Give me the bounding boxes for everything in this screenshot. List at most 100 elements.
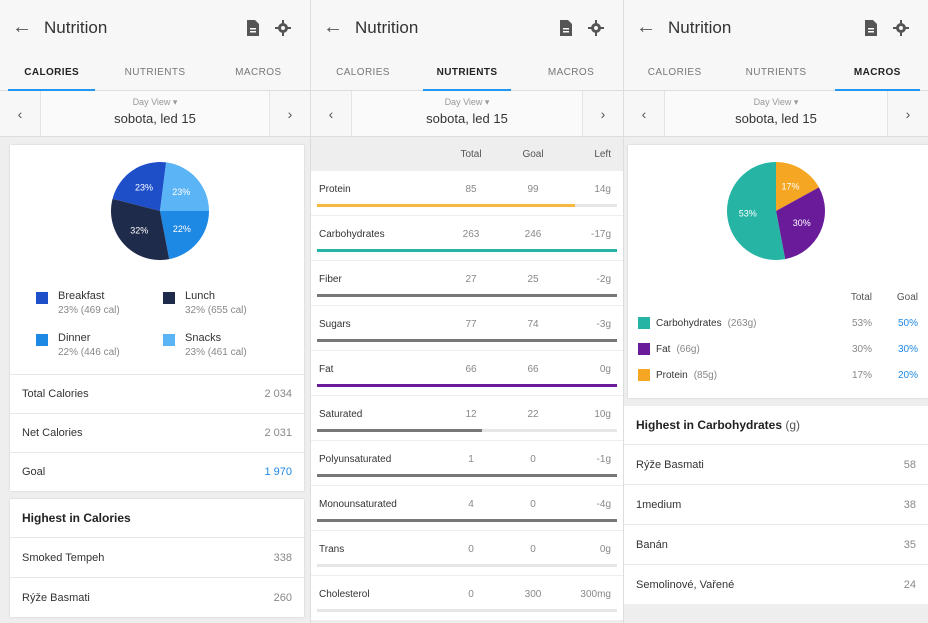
day-view-selector[interactable]: Day View ▾ sobota, led 15 [664,91,888,136]
nutrient-left: 10g [594,408,611,420]
nutrients-table: Protein 85 99 14g Carbohydrates 263 246 -17g Fib… [311,171,623,620]
nutrient-goal: 300 [524,588,542,600]
next-day-button[interactable]: › [583,91,623,136]
gear-icon[interactable] [886,19,916,36]
back-arrow-icon[interactable]: ← [323,16,355,39]
goal-row[interactable]: Goal 1 970 [10,452,304,491]
macros-panel: ← Nutrition CALORIES NUTRIENTS MACROS ‹ … [623,0,928,623]
carbs-swatch [638,317,650,329]
list-item[interactable]: 1medium 38 [624,484,928,524]
day-view-selector[interactable]: Day View ▾ sobota, led 15 [351,91,583,136]
nutrient-row[interactable]: Protein 85 99 14g [311,171,623,215]
previous-day-button[interactable]: ‹ [0,91,40,136]
calories-card: 23% 23% 22% 32% Breakfast 23% (469 cal) Lunc… [10,145,304,491]
nutrient-left: -3g [596,318,611,330]
nutrient-row[interactable]: Monounsaturated 4 0 -4g [311,486,623,530]
goal-value[interactable]: 1 970 [264,466,292,478]
breakfast-swatch [36,292,48,304]
macro-goal[interactable]: 50% [872,318,918,329]
document-icon[interactable] [238,19,268,36]
day-view-label: Day View ▾ [753,97,799,107]
nutrient-row[interactable]: Sugars 77 74 -3g [311,306,623,350]
net-calories-row: Net Calories 2 031 [10,413,304,452]
nutrient-total: 77 [465,318,477,330]
nutrient-name: Fat [319,363,334,375]
nutrient-row[interactable]: Polyunsaturated 1 0 -1g [311,441,623,485]
nutrient-row[interactable]: Cholesterol 0 300 300mg [311,576,623,620]
tab-macros[interactable]: MACROS [207,55,310,90]
progress-fill [317,384,617,387]
food-value: 58 [903,458,916,471]
gear-icon[interactable] [581,19,611,36]
macro-row-protein: Protein (85g) 17% 20% [638,362,918,388]
nutrient-left: 0g [599,363,611,375]
day-view-selector[interactable]: Day View ▾ sobota, led 15 [40,91,270,136]
tab-bar: CALORIES NUTRIENTS MACROS [311,55,623,91]
back-arrow-icon[interactable]: ← [636,16,668,39]
tab-macros[interactable]: MACROS [827,55,928,91]
macros-legend: Total Goal Carbohydrates (263g) 53% 50% F… [628,290,928,398]
gear-icon[interactable] [268,19,298,36]
food-name: Smoked Tempeh [22,551,105,564]
row-label: Goal [22,466,46,478]
snacks-swatch [163,334,175,346]
page-title: Nutrition [355,17,419,37]
tab-calories[interactable]: CALORIES [311,55,415,90]
calories-panel: ← Nutrition CALORIES NUTRIENTS MACROS ‹ … [0,0,310,623]
nutrient-goal: 66 [527,363,539,375]
nutrient-row[interactable]: Fat 66 66 0g [311,351,623,395]
macro-goal[interactable]: 20% [872,370,918,381]
food-value: 338 [273,551,292,564]
nutrient-name: Sugars [319,318,351,330]
tab-macros[interactable]: MACROS [519,55,623,90]
tab-calories[interactable]: CALORIES [624,55,725,90]
nutrient-total: 1 [468,453,474,465]
tab-nutrients[interactable]: NUTRIENTS [725,55,826,90]
day-navigator: ‹ Day View ▾ sobota, led 15 › [0,91,310,137]
nutrient-row[interactable]: Trans 0 0 0g [311,531,623,575]
dinner-swatch [36,334,48,346]
nutrient-row[interactable]: Fiber 27 25 -2g [311,261,623,305]
nutrient-left: -1g [596,453,611,465]
macro-name: Fat [656,343,671,355]
macro-goal[interactable]: 30% [872,344,918,355]
protein-swatch [638,369,650,381]
progress-fill [317,204,575,207]
nutrient-name: Fiber [319,273,342,285]
list-item[interactable]: Banán 35 [624,524,928,564]
list-item[interactable]: Smoked Tempeh 338 [10,537,304,577]
nutrients-table-header: Total Goal Left [311,137,623,171]
day-navigator: ‹ Day View ▾ sobota, led 15 › [311,91,623,137]
nutrient-row[interactable]: Saturated 12 22 10g [311,396,623,440]
macros-card: 17% 30% 53% Total Goal Carbohydrates (263g)… [628,145,928,398]
nutrient-goal: 25 [527,273,539,285]
document-icon[interactable] [551,19,581,36]
nutrient-name: Polyunsaturated [319,453,392,465]
tab-nutrients[interactable]: NUTRIENTS [415,55,519,91]
legend-name: Lunch [185,290,215,302]
tab-calories[interactable]: CALORIES [0,55,103,91]
list-item[interactable]: Semolinové, Vařené 24 [624,564,928,604]
food-name: Banán [636,538,668,551]
previous-day-button[interactable]: ‹ [311,91,351,136]
next-day-button[interactable]: › [888,91,928,136]
lunch-swatch [163,292,175,304]
previous-day-button[interactable]: ‹ [624,91,664,136]
day-view-label: Day View ▾ [132,97,178,107]
list-item[interactable]: Rýže Basmati 260 [10,577,304,617]
progress-track [317,429,617,432]
document-icon[interactable] [856,19,886,36]
tab-nutrients[interactable]: NUTRIENTS [103,55,206,90]
nutrient-row[interactable]: Carbohydrates 263 246 -17g [311,216,623,260]
nutrient-name: Cholesterol [319,588,370,600]
progress-fill [317,429,482,432]
macro-total: 53% [851,317,872,329]
macro-row-carbohydrates: Carbohydrates (263g) 53% 50% [638,310,918,336]
header-goal: Goal [522,148,544,160]
legend-value: 23% (469 cal) [58,305,120,316]
back-arrow-icon[interactable]: ← [12,16,44,39]
next-day-button[interactable]: › [270,91,310,136]
progress-track [317,564,617,567]
list-item[interactable]: Rýže Basmati 58 [624,444,928,484]
progress-track [317,384,617,387]
